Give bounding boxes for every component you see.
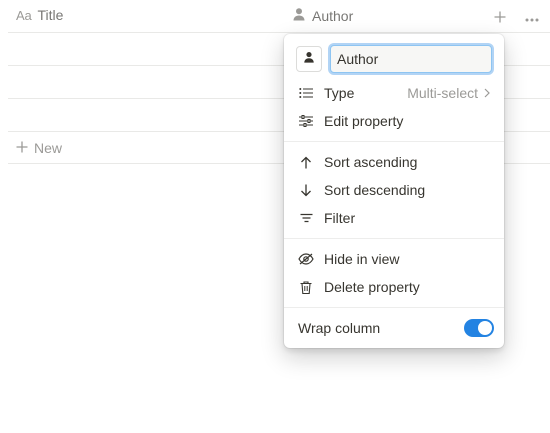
menu-divider <box>284 141 504 142</box>
menu-item-sort-descending-label: Sort descending <box>324 182 426 198</box>
menu-item-filter[interactable]: Filter <box>290 204 498 232</box>
menu-item-type[interactable]: Type Multi-select <box>290 79 498 107</box>
new-row-label: New <box>34 139 63 156</box>
menu-item-sort-descending[interactable]: Sort descending <box>290 176 498 204</box>
trash-icon <box>298 279 314 295</box>
person-icon <box>303 50 315 68</box>
menu-divider <box>284 238 504 239</box>
eye-off-icon <box>298 251 314 267</box>
menu-item-hide-in-view[interactable]: Hide in view <box>290 245 498 273</box>
wrap-column-toggle[interactable] <box>464 319 494 337</box>
menu-divider <box>284 307 504 308</box>
menu-item-sort-ascending-label: Sort ascending <box>324 154 418 170</box>
chevron-right-icon <box>484 85 490 101</box>
text-aa-icon: Aa <box>16 7 32 23</box>
menu-item-delete-property[interactable]: Delete property <box>290 273 498 301</box>
menu-item-delete-property-label: Delete property <box>324 279 420 295</box>
menu-item-type-label: Type <box>324 85 355 101</box>
property-icon-button[interactable] <box>296 46 322 72</box>
plus-icon <box>16 140 28 156</box>
menu-item-filter-label: Filter <box>324 210 356 226</box>
more-options-button[interactable] <box>521 6 543 28</box>
arrow-down-icon <box>298 182 314 198</box>
column-header-author[interactable]: Author <box>292 7 353 24</box>
sliders-icon <box>298 113 314 129</box>
plus-icon <box>494 7 506 28</box>
menu-item-edit-property-label: Edit property <box>324 113 404 129</box>
property-name-input[interactable] <box>330 45 492 73</box>
menu-item-edit-property[interactable]: Edit property <box>290 107 498 135</box>
column-header-title-label: Title <box>37 7 64 23</box>
menu-item-type-value: Multi-select <box>407 85 478 101</box>
add-property-button[interactable] <box>489 6 511 28</box>
list-icon <box>298 85 314 101</box>
table-header-row: Aa Title Author <box>8 0 550 33</box>
filter-icon <box>298 210 314 226</box>
more-horizontal-icon <box>525 9 539 26</box>
menu-item-hide-in-view-label: Hide in view <box>324 251 400 267</box>
menu-item-wrap-column-label: Wrap column <box>298 320 381 336</box>
property-name-row <box>296 45 492 73</box>
column-header-author-label: Author <box>312 7 354 24</box>
arrow-up-icon <box>298 154 314 170</box>
menu-item-wrap-column[interactable]: Wrap column <box>290 314 498 342</box>
menu-item-sort-ascending[interactable]: Sort ascending <box>290 148 498 176</box>
column-header-title[interactable]: Aa Title <box>16 7 63 23</box>
property-menu: Type Multi-select Edit property Sort asc… <box>284 34 504 348</box>
person-icon <box>292 7 306 24</box>
toggle-knob <box>478 321 492 335</box>
